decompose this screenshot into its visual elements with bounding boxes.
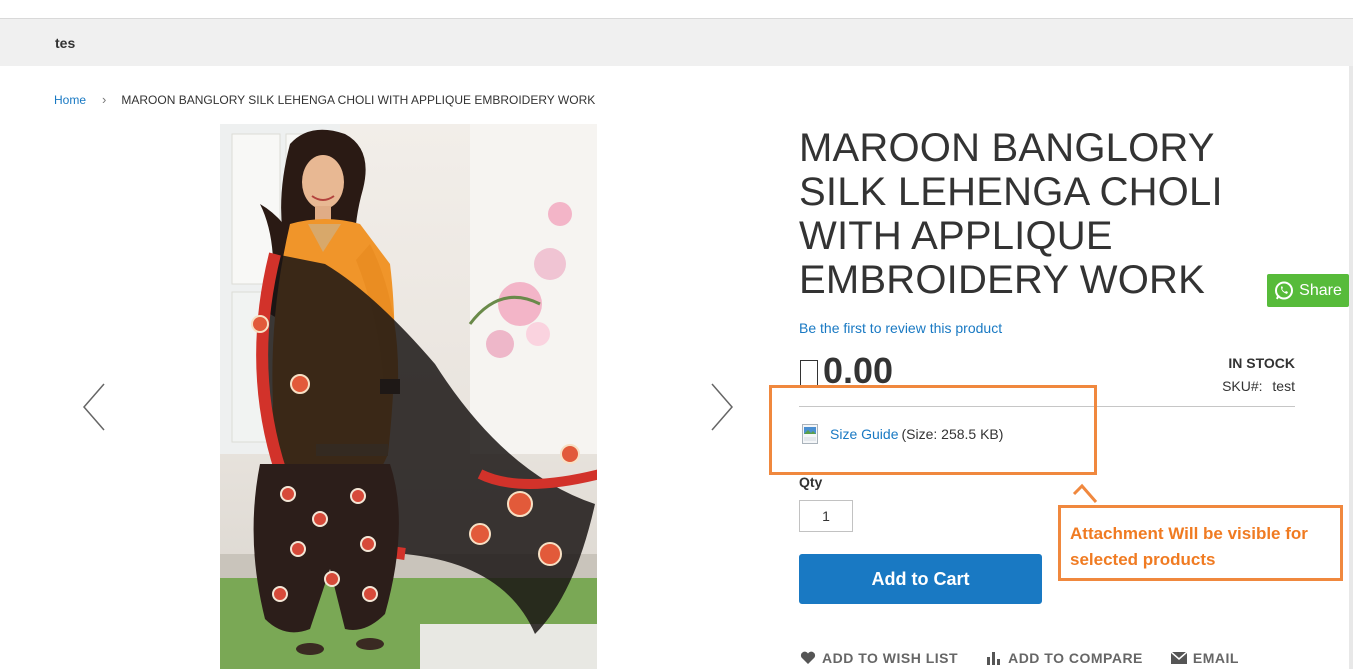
qty-input[interactable] xyxy=(799,500,853,532)
bar-chart-icon xyxy=(987,652,1001,665)
sku-value: test xyxy=(1272,378,1295,394)
email-link[interactable]: Email xyxy=(1170,650,1239,666)
add-to-cart-button[interactable]: Add to Cart xyxy=(799,554,1042,604)
annotation-arrow-icon xyxy=(1072,483,1098,503)
heart-icon xyxy=(800,651,816,664)
product-title: MAROON BANGLORY SILK LEHENGA CHOLI WITH … xyxy=(799,126,1223,302)
breadcrumb: Home › MAROON BANGLORY SILK LEHENGA CHOL… xyxy=(54,92,595,107)
whatsapp-share-button[interactable]: Share xyxy=(1267,274,1349,307)
chevron-right-icon: › xyxy=(102,92,107,107)
sku-label: SKU#: xyxy=(1222,378,1263,394)
breadcrumb-current: MAROON BANGLORY SILK LEHENGA CHOLI WITH … xyxy=(121,92,596,107)
wishlist-label: Add to Wish List xyxy=(822,650,959,666)
scrollbar[interactable] xyxy=(1349,66,1353,669)
gallery-prev-arrow-icon[interactable] xyxy=(76,380,116,434)
add-to-compare-link[interactable]: Add to Compare xyxy=(986,650,1143,666)
currency-icon xyxy=(800,360,818,386)
add-to-wishlist-link[interactable]: Add to Wish List xyxy=(800,650,958,666)
product-image[interactable] xyxy=(220,124,597,669)
stock-status: In stock xyxy=(1228,355,1295,371)
nav-bar: tes xyxy=(0,19,1353,66)
compare-label: Add to Compare xyxy=(1008,650,1143,666)
nav-item-tes[interactable]: tes xyxy=(55,35,75,51)
share-label: Share xyxy=(1299,281,1342,299)
email-label: Email xyxy=(1192,650,1239,666)
breadcrumb-home-link[interactable]: Home xyxy=(54,93,86,107)
qty-label: Qty xyxy=(799,474,823,490)
product-sku: SKU#: test xyxy=(1222,378,1295,394)
highlight-box xyxy=(769,385,1097,475)
gallery-next-arrow-icon[interactable] xyxy=(700,380,740,434)
review-link[interactable]: Be the first to review this product xyxy=(799,320,1002,336)
whatsapp-icon xyxy=(1275,281,1294,299)
top-bar xyxy=(0,0,1353,19)
envelope-icon xyxy=(1170,652,1187,664)
product-actions: Add to Wish List Add to Compare Email xyxy=(800,650,1239,666)
annotation-note: Attachment Will be visible for selected … xyxy=(1058,505,1343,581)
